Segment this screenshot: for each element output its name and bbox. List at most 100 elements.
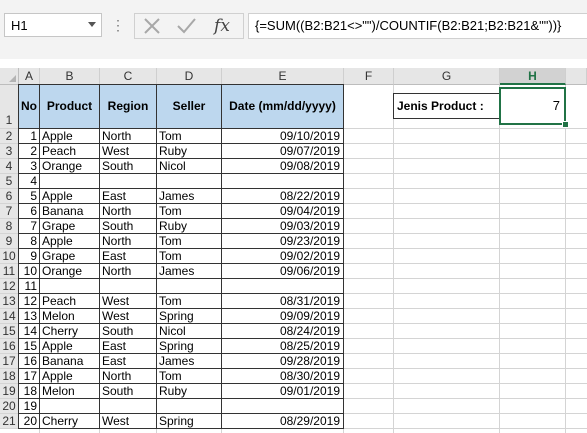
table-cell[interactable]: 09/08/2019 [221,159,344,174]
formula-input[interactable]: {=SUM((B2:B21<>"")/COUNTIF(B2:B21;B2:B21… [248,13,587,39]
row-header-16[interactable]: 16 [0,339,19,354]
table-cell[interactable]: 08/24/2019 [221,324,344,339]
table-cell[interactable]: West [99,309,157,324]
table-cell[interactable]: 15 [18,339,40,354]
column-header-h[interactable]: H [500,68,566,85]
table-cell[interactable] [99,279,157,294]
table-cell[interactable]: Ruby [156,219,222,234]
table-cell[interactable]: Tom [156,234,222,249]
row-header-21[interactable]: 21 [0,414,19,429]
table-cell[interactable]: South [99,384,157,399]
table-cell[interactable]: 8 [18,234,40,249]
table-cell[interactable]: 08/22/2019 [221,189,344,204]
table-cell[interactable]: South [99,219,157,234]
row-header-12[interactable]: 12 [0,279,19,294]
table-cell[interactable]: 10 [18,264,40,279]
table-cell[interactable]: 9 [18,249,40,264]
table-cell[interactable]: 09/03/2019 [221,219,344,234]
table-cell[interactable]: Cherry [39,414,100,429]
table-cell[interactable]: Apple [39,339,100,354]
table-cell[interactable]: 09/28/2019 [221,354,344,369]
table-cell[interactable] [156,399,222,414]
row-header-15[interactable]: 15 [0,324,19,339]
column-header-e[interactable]: E [222,68,344,85]
chevron-down-icon[interactable] [88,22,96,27]
table-cell[interactable]: 09/10/2019 [221,129,344,144]
table-cell[interactable]: 7 [18,219,40,234]
table-cell[interactable]: Tom [156,129,222,144]
table-cell[interactable]: 2 [18,144,40,159]
table-cell[interactable]: 08/31/2019 [221,294,344,309]
column-header-c[interactable]: C [100,68,157,85]
table-cell[interactable]: North [99,204,157,219]
row-header-13[interactable]: 13 [0,294,19,309]
row-header-14[interactable]: 14 [0,309,19,324]
insert-function-icon[interactable]: fx [211,16,233,36]
table-cell[interactable]: West [99,144,157,159]
table-cell[interactable] [99,174,157,189]
table-cell[interactable]: Apple [39,234,100,249]
table-cell[interactable]: 09/09/2019 [221,309,344,324]
enter-check-icon[interactable] [175,16,197,36]
select-all-corner[interactable] [0,68,19,85]
table-cell[interactable]: 5 [18,189,40,204]
summary-value-cell[interactable]: 7 [499,87,566,125]
table-cell[interactable]: Tom [156,369,222,384]
table-cell[interactable]: 1 [18,129,40,144]
table-cell[interactable]: 13 [18,309,40,324]
row-header-2[interactable]: 2 [0,129,19,144]
table-cell[interactable]: Apple [39,189,100,204]
table-cell[interactable]: 12 [18,294,40,309]
table-cell[interactable]: North [99,129,157,144]
cancel-icon[interactable] [141,16,163,36]
table-cell[interactable]: South [99,324,157,339]
row-header-4[interactable]: 4 [0,159,19,174]
table-cell[interactable]: James [156,264,222,279]
column-header-f[interactable]: F [344,68,394,85]
table-cell[interactable]: Spring [156,339,222,354]
table-cell[interactable]: Nicol [156,159,222,174]
table-cell[interactable]: Spring [156,309,222,324]
row-header-9[interactable]: 9 [0,234,19,249]
table-cell[interactable]: Melon [39,384,100,399]
table-cell[interactable]: Tom [156,294,222,309]
table-cell[interactable]: North [99,264,157,279]
table-cell[interactable]: Banana [39,204,100,219]
row-header-19[interactable]: 19 [0,384,19,399]
table-cell[interactable]: Nicol [156,324,222,339]
table-cell[interactable]: 6 [18,204,40,219]
table-cell[interactable]: Tom [156,204,222,219]
table-cell[interactable]: 16 [18,354,40,369]
table-cell[interactable] [99,399,157,414]
table-cell[interactable] [39,399,100,414]
table-cell[interactable]: East [99,354,157,369]
row-header-5[interactable]: 5 [0,174,19,189]
table-cell[interactable] [39,279,100,294]
table-cell[interactable]: Tom [156,249,222,264]
table-cell[interactable]: 08/30/2019 [221,369,344,384]
table-cell[interactable]: Ruby [156,144,222,159]
table-cell[interactable]: Grape [39,249,100,264]
table-cell[interactable]: 09/07/2019 [221,144,344,159]
table-cell[interactable]: Ruby [156,384,222,399]
table-cell[interactable]: 09/23/2019 [221,234,344,249]
row-header-11[interactable]: 11 [0,264,19,279]
table-cell[interactable]: North [99,369,157,384]
table-cell[interactable]: North [99,234,157,249]
table-cell[interactable]: 08/29/2019 [221,414,344,429]
table-cell[interactable]: 11 [18,279,40,294]
table-cell[interactable]: East [99,249,157,264]
table-cell[interactable]: Peach [39,144,100,159]
table-cell[interactable] [156,174,222,189]
row-header-6[interactable]: 6 [0,189,19,204]
table-cell[interactable]: Apple [39,369,100,384]
spreadsheet-grid[interactable]: A B C D E F G H 1 2 3 4 5 6 7 8 9 10 11 12 13 14 15 16 17 18 19 20 2… [0,68,587,433]
fill-handle[interactable] [562,121,569,128]
table-cell[interactable]: Melon [39,309,100,324]
table-cell[interactable]: 20 [18,414,40,429]
table-cell[interactable] [221,279,344,294]
more-options-icon[interactable]: ⋮ [111,16,125,34]
table-cell[interactable]: South [99,159,157,174]
table-cell[interactable] [221,174,344,189]
table-cell[interactable]: Orange [39,159,100,174]
